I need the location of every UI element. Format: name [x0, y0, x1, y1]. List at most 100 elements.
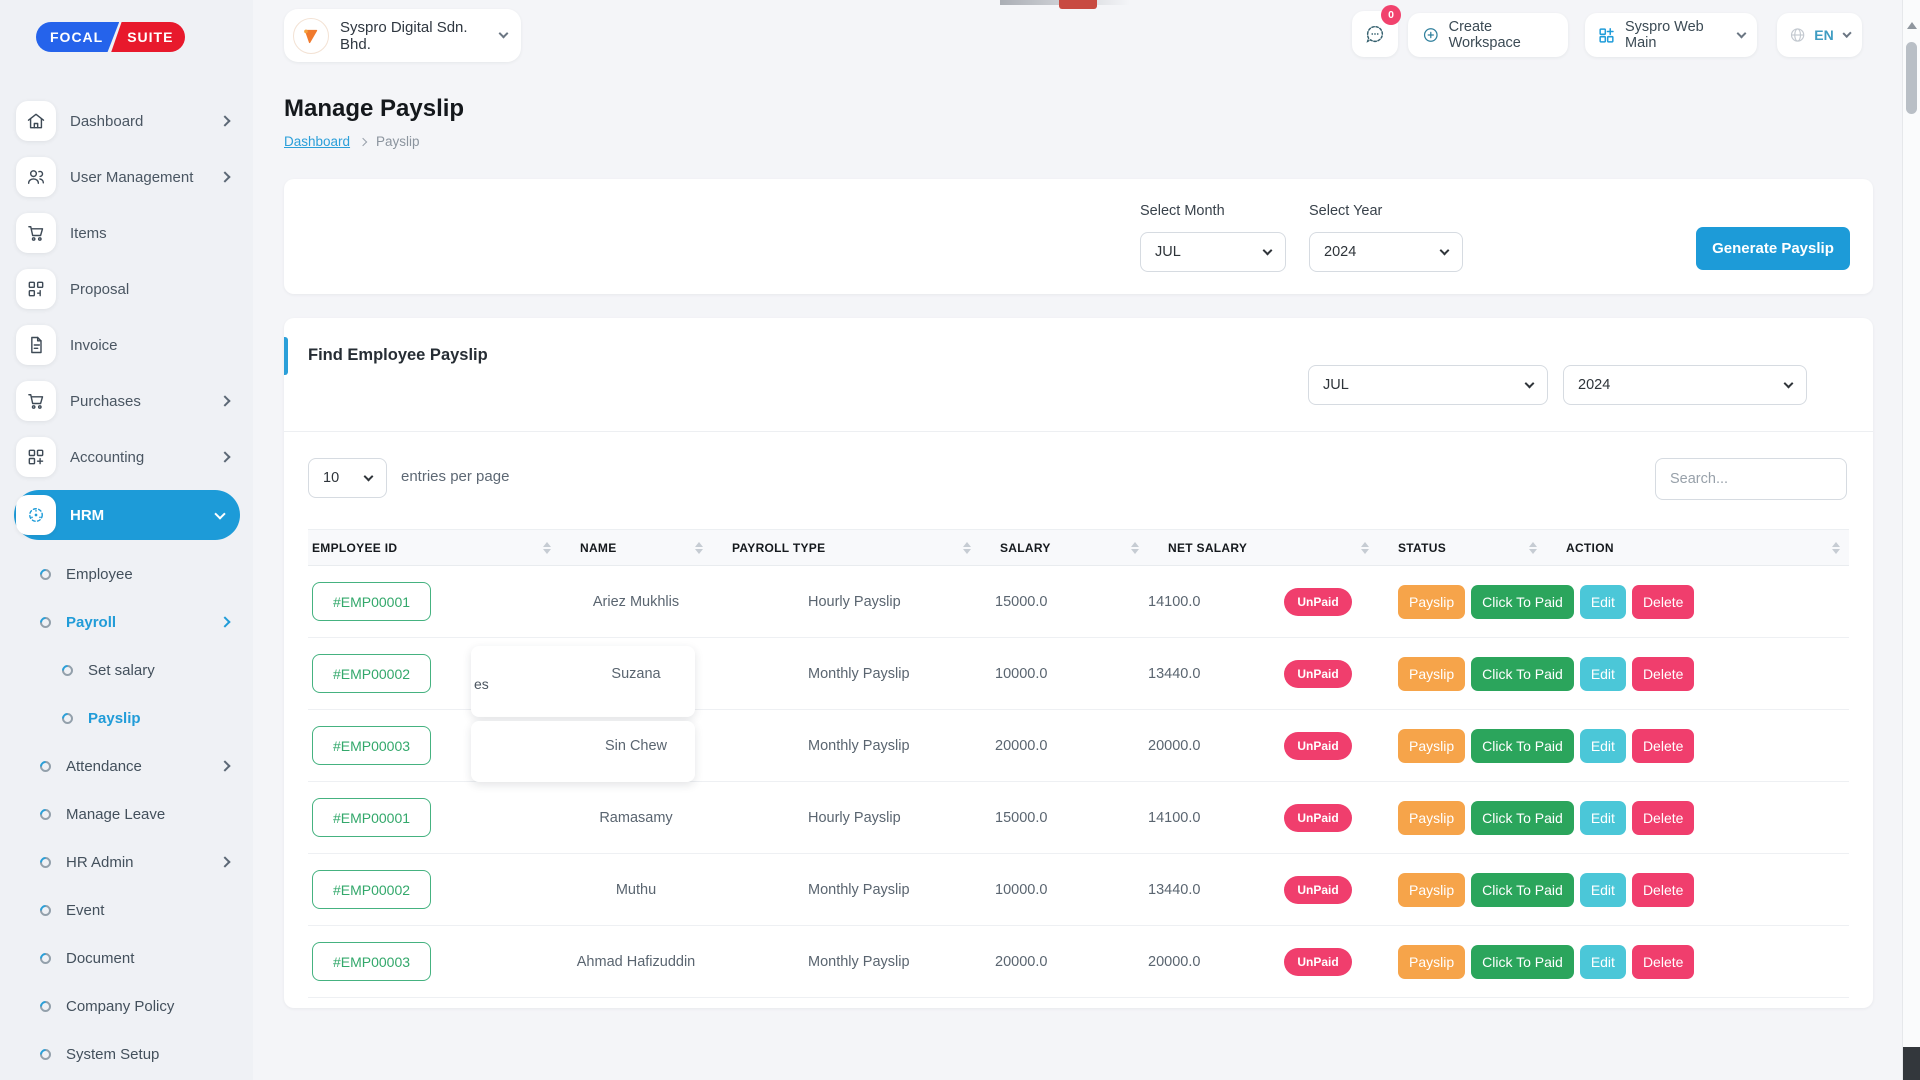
- edit-button[interactable]: Edit: [1580, 657, 1626, 691]
- find-year-select[interactable]: 2024: [1563, 365, 1807, 405]
- employee-id-badge[interactable]: #EMP00001: [312, 798, 431, 837]
- sidebar-item-purchases[interactable]: Purchases: [0, 378, 253, 424]
- month-select[interactable]: JUL: [1140, 232, 1286, 272]
- employee-id-badge[interactable]: #EMP00002: [312, 870, 431, 909]
- click-to-paid-button[interactable]: Click To Paid: [1471, 801, 1574, 835]
- sidebar-item-employee[interactable]: Employee: [0, 550, 253, 598]
- actions-cell: Payslip Click To Paid Edit Delete: [1398, 945, 1849, 979]
- column-header-payroll-type[interactable]: PAYROLL TYPE: [712, 530, 980, 565]
- company-selector[interactable]: Syspro Digital Sdn. Bhd.: [284, 9, 521, 62]
- sidebar-item-dashboard[interactable]: Dashboard: [0, 98, 253, 144]
- employee-id-cell: #EMP00003: [308, 942, 560, 981]
- sidebar-item-proposal[interactable]: Proposal: [0, 266, 253, 312]
- find-month-select[interactable]: JUL: [1308, 365, 1548, 405]
- workspace-selector[interactable]: Syspro Web Main: [1585, 13, 1757, 57]
- chevron-down-icon: [499, 29, 509, 39]
- chevron-right-icon: [219, 395, 230, 406]
- sort-icon: [695, 542, 703, 554]
- generate-payslip-button[interactable]: Generate Payslip: [1696, 227, 1850, 270]
- bullet-icon: [60, 710, 76, 726]
- sidebar-item-payslip[interactable]: Payslip: [0, 694, 253, 742]
- edit-button[interactable]: Edit: [1580, 873, 1626, 907]
- sidebar-item-label: Invoice: [70, 337, 118, 354]
- page-size-select[interactable]: 10: [308, 458, 387, 498]
- chevron-right-icon: [219, 171, 230, 182]
- sidebar-item-payroll[interactable]: Payroll: [0, 598, 253, 646]
- edit-button[interactable]: Edit: [1580, 585, 1626, 619]
- click-to-paid-button[interactable]: Click To Paid: [1471, 873, 1574, 907]
- chevron-down-icon: [364, 471, 374, 481]
- delete-button[interactable]: Delete: [1632, 657, 1694, 691]
- scrollbar-thumb[interactable]: [1906, 42, 1917, 114]
- scrollbar-up-arrow-icon[interactable]: [1907, 22, 1917, 29]
- status-cell: UnPaid: [1238, 732, 1398, 760]
- create-workspace-button[interactable]: Create Workspace: [1408, 13, 1568, 57]
- column-header-net-salary[interactable]: NET SALARY: [1148, 530, 1378, 565]
- payslip-button[interactable]: Payslip: [1398, 873, 1465, 907]
- bullet-icon: [38, 614, 54, 630]
- delete-button[interactable]: Delete: [1632, 945, 1694, 979]
- company-name: Syspro Digital Sdn. Bhd.: [340, 19, 490, 53]
- sidebar-item-manage-leave[interactable]: Manage Leave: [0, 790, 253, 838]
- delete-button[interactable]: Delete: [1632, 729, 1694, 763]
- bullet-icon: [38, 1046, 54, 1062]
- sidebar-item-invoice[interactable]: Invoice: [0, 322, 253, 368]
- employee-id-badge[interactable]: #EMP00001: [312, 582, 431, 621]
- edit-button[interactable]: Edit: [1580, 945, 1626, 979]
- sidebar-item-company-policy[interactable]: Company Policy: [0, 982, 253, 1030]
- table-row: #EMP00001 Ramasamy Hourly Payslip 15000.…: [308, 782, 1849, 854]
- actions-cell: Payslip Click To Paid Edit Delete: [1398, 729, 1849, 763]
- click-to-paid-button[interactable]: Click To Paid: [1471, 945, 1574, 979]
- company-logo-icon: [293, 18, 329, 54]
- payslip-button[interactable]: Payslip: [1398, 729, 1465, 763]
- sidebar-item-label: Accounting: [70, 449, 144, 466]
- language-selector[interactable]: EN: [1777, 13, 1862, 57]
- click-to-paid-button[interactable]: Click To Paid: [1471, 729, 1574, 763]
- edit-button[interactable]: Edit: [1580, 801, 1626, 835]
- click-to-paid-button[interactable]: Click To Paid: [1471, 585, 1574, 619]
- sidebar-item-accounting[interactable]: Accounting: [0, 434, 253, 480]
- sidebar-item-system-setup[interactable]: System Setup: [0, 1030, 253, 1078]
- sidebar-item-document[interactable]: Document: [0, 934, 253, 982]
- net-salary-cell: 20000.0: [1148, 738, 1238, 754]
- column-header-status[interactable]: STATUS: [1378, 530, 1546, 565]
- employee-id-badge[interactable]: #EMP00003: [312, 726, 431, 765]
- employee-id-cell: #EMP00002: [308, 870, 560, 909]
- column-header-action[interactable]: ACTION: [1546, 530, 1849, 565]
- divider: [284, 431, 1873, 432]
- payslip-button[interactable]: Payslip: [1398, 657, 1465, 691]
- employee-id-cell: #EMP00001: [308, 582, 560, 621]
- edit-button[interactable]: Edit: [1580, 729, 1626, 763]
- column-header-name[interactable]: NAME: [560, 530, 712, 565]
- salary-cell: 10000.0: [980, 666, 1148, 682]
- search-input[interactable]: [1655, 458, 1847, 500]
- payslip-button[interactable]: Payslip: [1398, 945, 1465, 979]
- net-salary-cell: 20000.0: [1148, 954, 1238, 970]
- delete-button[interactable]: Delete: [1632, 585, 1694, 619]
- sidebar-item-set-salary[interactable]: Set salary: [0, 646, 253, 694]
- chat-notification-badge: 0: [1381, 5, 1401, 25]
- sidebar-item-hrm[interactable]: HRM: [14, 490, 240, 540]
- status-badge: UnPaid: [1284, 948, 1351, 976]
- payslip-button[interactable]: Payslip: [1398, 801, 1465, 835]
- click-to-paid-button[interactable]: Click To Paid: [1471, 657, 1574, 691]
- sidebar-item-items[interactable]: Items: [0, 210, 253, 256]
- tooltip-partial-text: es: [474, 676, 489, 692]
- sidebar-item-user-management[interactable]: User Management: [0, 154, 253, 200]
- column-header-salary[interactable]: SALARY: [980, 530, 1148, 565]
- year-select[interactable]: 2024: [1309, 232, 1463, 272]
- sidebar-item-attendance[interactable]: Attendance: [0, 742, 253, 790]
- sidebar-item-event[interactable]: Event: [0, 886, 253, 934]
- status-badge: UnPaid: [1284, 804, 1351, 832]
- payslip-button[interactable]: Payslip: [1398, 585, 1465, 619]
- breadcrumb-dashboard-link[interactable]: Dashboard: [284, 134, 350, 149]
- employee-id-badge[interactable]: #EMP00003: [312, 942, 431, 981]
- delete-button[interactable]: Delete: [1632, 873, 1694, 907]
- bullet-icon: [38, 854, 54, 870]
- sidebar-item-hr-admin[interactable]: HR Admin: [0, 838, 253, 886]
- delete-button[interactable]: Delete: [1632, 801, 1694, 835]
- scrollbar[interactable]: [1902, 0, 1920, 1080]
- status-badge: UnPaid: [1284, 876, 1351, 904]
- employee-id-badge[interactable]: #EMP00002: [312, 654, 431, 693]
- column-header-employee-id[interactable]: EMPLOYEE ID: [308, 530, 560, 565]
